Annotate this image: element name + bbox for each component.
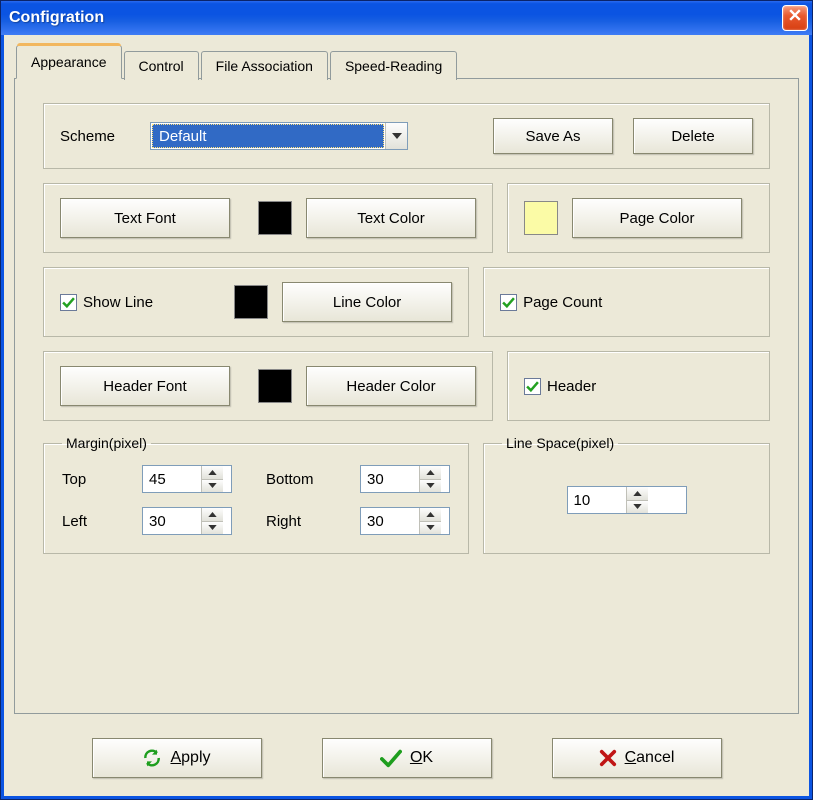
- apply-button[interactable]: Apply: [92, 738, 262, 778]
- margin-right-input[interactable]: [361, 508, 419, 534]
- margin-top-input[interactable]: [143, 466, 201, 492]
- delete-button[interactable]: Delete: [633, 118, 753, 154]
- spin-down-icon[interactable]: [420, 522, 441, 535]
- text-font-button[interactable]: Text Font: [60, 198, 230, 238]
- spin-down-icon[interactable]: [202, 522, 223, 535]
- spin-down-icon[interactable]: [202, 480, 223, 493]
- margin-right-label: Right: [266, 513, 346, 530]
- spin-up-icon[interactable]: [202, 508, 223, 522]
- cancel-text: ancel: [636, 749, 674, 766]
- text-color-row: Text Font Text Color Page Color: [43, 183, 770, 253]
- show-line-label: Show Line: [83, 294, 153, 311]
- header-label: Header: [547, 378, 596, 395]
- margin-top-spinner[interactable]: [142, 465, 232, 493]
- header-row: Header Font Header Color Header: [43, 351, 770, 421]
- margin-linespace-row: Margin(pixel) Top Bottom: [43, 435, 770, 554]
- margin-left-label: Left: [62, 513, 128, 530]
- checkbox-icon: [524, 378, 541, 395]
- line-space-input[interactable]: [568, 487, 626, 513]
- client-area: Appearance Control File Association Spee…: [1, 35, 812, 799]
- tab-appearance[interactable]: Appearance: [16, 45, 122, 79]
- window-title: Configration: [9, 9, 104, 27]
- spin-down-icon[interactable]: [420, 480, 441, 493]
- show-line-checkbox[interactable]: Show Line: [60, 294, 153, 311]
- spin-up-icon[interactable]: [627, 487, 648, 501]
- margin-bottom-spinner[interactable]: [360, 465, 450, 493]
- scheme-label: Scheme: [60, 128, 150, 145]
- page-color-button[interactable]: Page Color: [572, 198, 742, 238]
- close-button[interactable]: [782, 5, 808, 31]
- margin-top-label: Top: [62, 471, 128, 488]
- margin-right-spinner[interactable]: [360, 507, 450, 535]
- margin-group: Margin(pixel) Top Bottom: [43, 435, 469, 554]
- line-space-group: Line Space(pixel): [483, 435, 770, 554]
- spin-up-icon[interactable]: [420, 466, 441, 480]
- checkbox-icon: [500, 294, 517, 311]
- text-color-button[interactable]: Text Color: [306, 198, 476, 238]
- margin-left-input[interactable]: [143, 508, 201, 534]
- ok-accel: O: [410, 749, 422, 766]
- scheme-group: Scheme Default Save As Delete: [43, 103, 770, 169]
- tab-strip: Appearance Control File Association Spee…: [16, 45, 799, 79]
- dialog-window: Configration Appearance Control File Ass…: [0, 0, 813, 800]
- scheme-value: Default: [152, 124, 384, 148]
- margin-bottom-label: Bottom: [266, 471, 346, 488]
- margin-left-spinner[interactable]: [142, 507, 232, 535]
- refresh-icon: [142, 748, 162, 768]
- page-count-checkbox[interactable]: Page Count: [500, 294, 602, 311]
- cancel-accel: C: [625, 749, 637, 766]
- spin-up-icon[interactable]: [202, 466, 223, 480]
- chevron-down-icon[interactable]: [385, 123, 407, 149]
- tab-control[interactable]: Control: [124, 51, 199, 80]
- save-as-button[interactable]: Save As: [493, 118, 613, 154]
- checkbox-icon: [60, 294, 77, 311]
- scheme-combo[interactable]: Default: [150, 122, 408, 150]
- header-font-box: Header Font Header Color: [43, 351, 493, 421]
- header-check-box: Header: [507, 351, 770, 421]
- show-line-box: Show Line Line Color: [43, 267, 469, 337]
- apply-accel: A: [170, 749, 181, 766]
- spin-down-icon[interactable]: [627, 501, 648, 514]
- check-icon: [380, 748, 402, 768]
- apply-text: pply: [181, 749, 210, 766]
- ok-text: K: [422, 749, 433, 766]
- header-font-button[interactable]: Header Font: [60, 366, 230, 406]
- page-color-swatch: [524, 201, 558, 235]
- page-count-box: Page Count: [483, 267, 770, 337]
- line-space-legend: Line Space(pixel): [502, 435, 618, 451]
- line-color-button[interactable]: Line Color: [282, 282, 452, 322]
- dialog-button-row: Apply OK Cancel: [14, 714, 799, 782]
- cancel-button[interactable]: Cancel: [552, 738, 722, 778]
- margin-bottom-input[interactable]: [361, 466, 419, 492]
- text-color-swatch: [258, 201, 292, 235]
- tab-file-association[interactable]: File Association: [201, 51, 328, 80]
- header-color-swatch: [258, 369, 292, 403]
- spin-up-icon[interactable]: [420, 508, 441, 522]
- line-row: Show Line Line Color Page Count: [43, 267, 770, 337]
- titlebar: Configration: [1, 1, 812, 35]
- text-font-box: Text Font Text Color: [43, 183, 493, 253]
- line-color-swatch: [234, 285, 268, 319]
- header-checkbox[interactable]: Header: [524, 378, 596, 395]
- close-icon: [789, 9, 801, 21]
- tab-panel-appearance: Scheme Default Save As Delete Text Font: [14, 78, 799, 714]
- margin-legend: Margin(pixel): [62, 435, 151, 451]
- page-color-box: Page Color: [507, 183, 770, 253]
- page-count-label: Page Count: [523, 294, 602, 311]
- header-color-button[interactable]: Header Color: [306, 366, 476, 406]
- x-icon: [599, 749, 617, 767]
- tab-speed-reading[interactable]: Speed-Reading: [330, 51, 457, 80]
- ok-button[interactable]: OK: [322, 738, 492, 778]
- line-space-spinner[interactable]: [567, 486, 687, 514]
